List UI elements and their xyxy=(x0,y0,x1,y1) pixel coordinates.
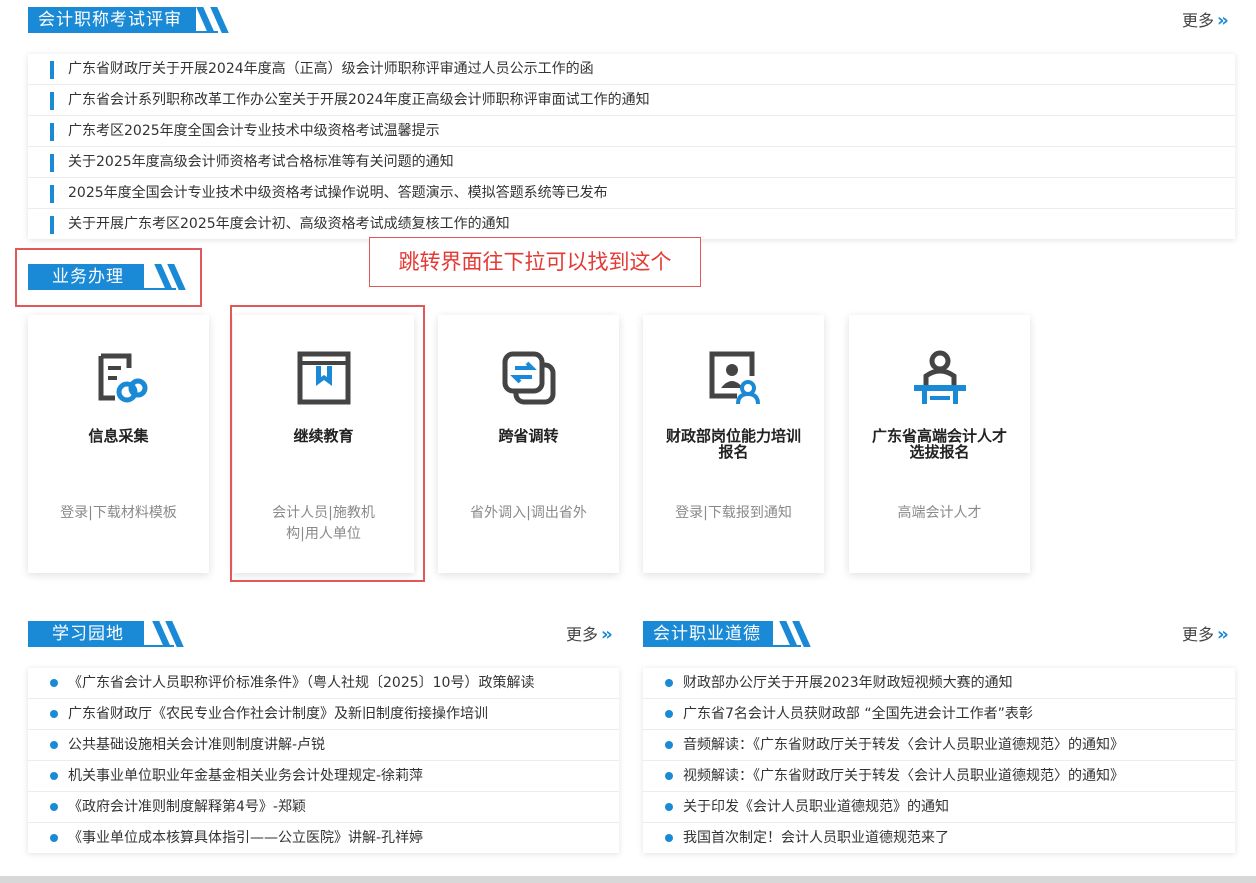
list-item[interactable]: 2025年度全国会计专业技术中级资格考试操作说明、答题演示、模拟答题系统等已发布 xyxy=(28,178,1235,209)
list-item-text: 音频解读：《广东省财政厅关于转发〈会计人员职业道德规范〉的通知》 xyxy=(683,737,1124,753)
list-item-text: 我国首次制定！会计人员职业道德规范来了 xyxy=(683,830,949,846)
section-underline xyxy=(28,31,218,33)
list-item[interactable]: 《事业单位成本核算具体指引——公立医院》讲解-孔祥婷 xyxy=(28,823,619,853)
card-subtitle: 省外调入|调出省外 xyxy=(470,505,587,521)
bullet-dot-icon xyxy=(50,679,58,687)
card-title: 广东省高端会计人才选拔报名 xyxy=(871,427,1007,461)
list-item[interactable]: 视频解读：《广东省财政厅关于转发〈会计人员职业道德规范〉的通知》 xyxy=(643,761,1235,792)
bullet-bar-icon xyxy=(50,185,54,203)
card-training-signup[interactable]: 财政部岗位能力培训报名 登录|下载报到通知 xyxy=(643,315,824,573)
list-item[interactable]: 音频解读：《广东省财政厅关于转发〈会计人员职业道德规范〉的通知》 xyxy=(643,730,1235,761)
study-section-title: 学习园地 xyxy=(28,621,144,647)
transfer-icon xyxy=(502,351,555,405)
bullet-dot-icon xyxy=(665,710,673,718)
list-item-text: 财政部办公厅关于开展2023年财政短视频大赛的通知 xyxy=(683,675,1013,691)
double-chevron-right-icon: ›› xyxy=(601,624,613,645)
bullet-dot-icon xyxy=(50,803,58,811)
list-item-text: 《事业单位成本核算具体指引——公立医院》讲解-孔祥婷 xyxy=(68,830,424,846)
list-item[interactable]: 财政部办公厅关于开展2023年财政短视频大赛的通知 xyxy=(643,668,1235,699)
ethics-section-title: 会计职业道德 xyxy=(643,621,773,647)
more-label: 更多 xyxy=(566,625,599,644)
exam-more-link[interactable]: 更多 ›› xyxy=(1182,7,1229,31)
list-item[interactable]: 关于开展广东考区2025年度会计初、高级资格考试成绩复核工作的通知 xyxy=(28,209,1235,239)
list-item-text: 广东省财政厅关于开展2024年度高（正高）级会计师职称评审通过人员公示工作的函 xyxy=(68,61,594,77)
list-item-text: 机关事业单位职业年金基金相关业务会计处理规定-徐莉萍 xyxy=(68,768,424,784)
card-subtitle: 登录|下载材料模板 xyxy=(60,505,177,521)
more-label: 更多 xyxy=(1182,625,1215,644)
study-section-header: 学习园地 xyxy=(28,617,188,647)
list-item[interactable]: 我国首次制定！会计人员职业道德规范来了 xyxy=(643,823,1235,853)
bullet-bar-icon xyxy=(50,61,54,79)
bullet-dot-icon xyxy=(50,741,58,749)
exam-section-title: 会计职称考试评审 xyxy=(28,7,196,33)
list-item[interactable]: 广东省财政厅《农民专业合作社会计制度》及新旧制度衔接操作培训 xyxy=(28,699,619,730)
list-item[interactable]: 广东省财政厅关于开展2024年度高（正高）级会计师职称评审通过人员公示工作的函 xyxy=(28,54,1235,85)
list-item-text: 广东省7名会计人员获财政部 “全国先进会计工作者”表彰 xyxy=(683,706,1033,722)
list-item-text: 关于开展广东考区2025年度会计初、高级资格考试成绩复核工作的通知 xyxy=(68,216,510,232)
list-item-text: 《广东省会计人员职称评价标准条件》（粤人社规〔2025〕10号）政策解读 xyxy=(68,675,535,691)
double-chevron-right-icon: ›› xyxy=(1217,624,1229,645)
more-label: 更多 xyxy=(1182,11,1215,30)
highlight-box-section xyxy=(15,248,202,307)
list-item[interactable]: 广东考区2025年度全国会计专业技术中级资格考试温馨提示 xyxy=(28,116,1235,147)
list-item[interactable]: 机关事业单位职业年金基金相关业务会计处理规定-徐莉萍 xyxy=(28,761,619,792)
talent-selection-icon xyxy=(913,350,966,404)
card-title: 跨省调转 xyxy=(498,427,559,445)
list-item-text: 广东省财政厅《农民专业合作社会计制度》及新旧制度衔接操作培训 xyxy=(68,706,488,722)
double-chevron-right-icon: ›› xyxy=(1217,10,1229,31)
list-item[interactable]: 广东省会计系列职称改革工作办公室关于开展2024年度正高级会计师职称评审面试工作… xyxy=(28,85,1235,116)
bullet-dot-icon xyxy=(665,803,673,811)
list-item-text: 关于印发《会计人员职业道德规范》的通知 xyxy=(683,799,949,815)
highlight-box-card xyxy=(230,305,425,582)
ethics-section-header: 会计职业道德 xyxy=(643,617,813,647)
bullet-bar-icon xyxy=(50,154,54,172)
card-talent-selection[interactable]: 广东省高端会计人才选拔报名 高端会计人才 xyxy=(849,315,1030,573)
ethics-more-link[interactable]: 更多 ›› xyxy=(1182,621,1229,645)
list-item[interactable]: 公共基础设施相关会计准则制度讲解-卢锐 xyxy=(28,730,619,761)
card-subtitle: 高端会计人才 xyxy=(897,505,982,521)
list-item[interactable]: 《政府会计准则制度解释第4号》-郑颖 xyxy=(28,792,619,823)
study-list: 《广东省会计人员职称评价标准条件》（粤人社规〔2025〕10号）政策解读 广东省… xyxy=(28,668,619,853)
list-item-text: 广东考区2025年度全国会计专业技术中级资格考试温馨提示 xyxy=(68,123,440,139)
exam-section-header: 会计职称考试评审 xyxy=(28,3,1235,33)
list-item-text: 《政府会计准则制度解释第4号》-郑颖 xyxy=(68,799,306,815)
card-info-collect[interactable]: 信息采集 登录|下载材料模板 xyxy=(28,315,209,573)
footer-divider xyxy=(0,876,1256,883)
bullet-dot-icon xyxy=(665,741,673,749)
study-more-link[interactable]: 更多 ›› xyxy=(566,621,613,645)
section-underline xyxy=(28,645,174,647)
list-item[interactable]: 广东省7名会计人员获财政部 “全国先进会计工作者”表彰 xyxy=(643,699,1235,730)
bullet-dot-icon xyxy=(665,772,673,780)
list-item[interactable]: 《广东省会计人员职称评价标准条件》（粤人社规〔2025〕10号）政策解读 xyxy=(28,668,619,699)
card-subtitle: 登录|下载报到通知 xyxy=(675,505,792,521)
card-title: 财政部岗位能力培训报名 xyxy=(665,427,801,461)
list-item-text: 公共基础设施相关会计准则制度讲解-卢锐 xyxy=(68,737,326,753)
list-item-text: 关于2025年度高级会计师资格考试合格标准等有关问题的通知 xyxy=(68,154,454,170)
bullet-bar-icon xyxy=(50,216,54,234)
bullet-dot-icon xyxy=(50,834,58,842)
training-signup-icon xyxy=(709,351,760,405)
bullet-bar-icon xyxy=(50,123,54,141)
info-collect-icon xyxy=(98,353,147,403)
card-title: 信息采集 xyxy=(88,427,149,445)
bullet-dot-icon xyxy=(50,772,58,780)
exam-news-list: 广东省财政厅关于开展2024年度高（正高）级会计师职称评审通过人员公示工作的函 … xyxy=(28,54,1235,239)
bullet-dot-icon xyxy=(665,679,673,687)
card-transfer[interactable]: 跨省调转 省外调入|调出省外 xyxy=(438,315,619,573)
list-item-text: 视频解读：《广东省财政厅关于转发〈会计人员职业道德规范〉的通知》 xyxy=(683,768,1124,784)
annotation-note: 跳转界面往下拉可以找到这个 xyxy=(369,237,701,287)
bullet-dot-icon xyxy=(50,710,58,718)
ethics-list: 财政部办公厅关于开展2023年财政短视频大赛的通知 广东省7名会计人员获财政部 … xyxy=(643,668,1235,853)
list-item[interactable]: 关于印发《会计人员职业道德规范》的通知 xyxy=(643,792,1235,823)
bullet-bar-icon xyxy=(50,92,54,110)
list-item-text: 2025年度全国会计专业技术中级资格考试操作说明、答题演示、模拟答题系统等已发布 xyxy=(68,185,608,201)
section-underline xyxy=(643,645,801,647)
bullet-dot-icon xyxy=(665,834,673,842)
list-item[interactable]: 关于2025年度高级会计师资格考试合格标准等有关问题的通知 xyxy=(28,147,1235,178)
list-item-text: 广东省会计系列职称改革工作办公室关于开展2024年度正高级会计师职称评审面试工作… xyxy=(68,92,650,108)
